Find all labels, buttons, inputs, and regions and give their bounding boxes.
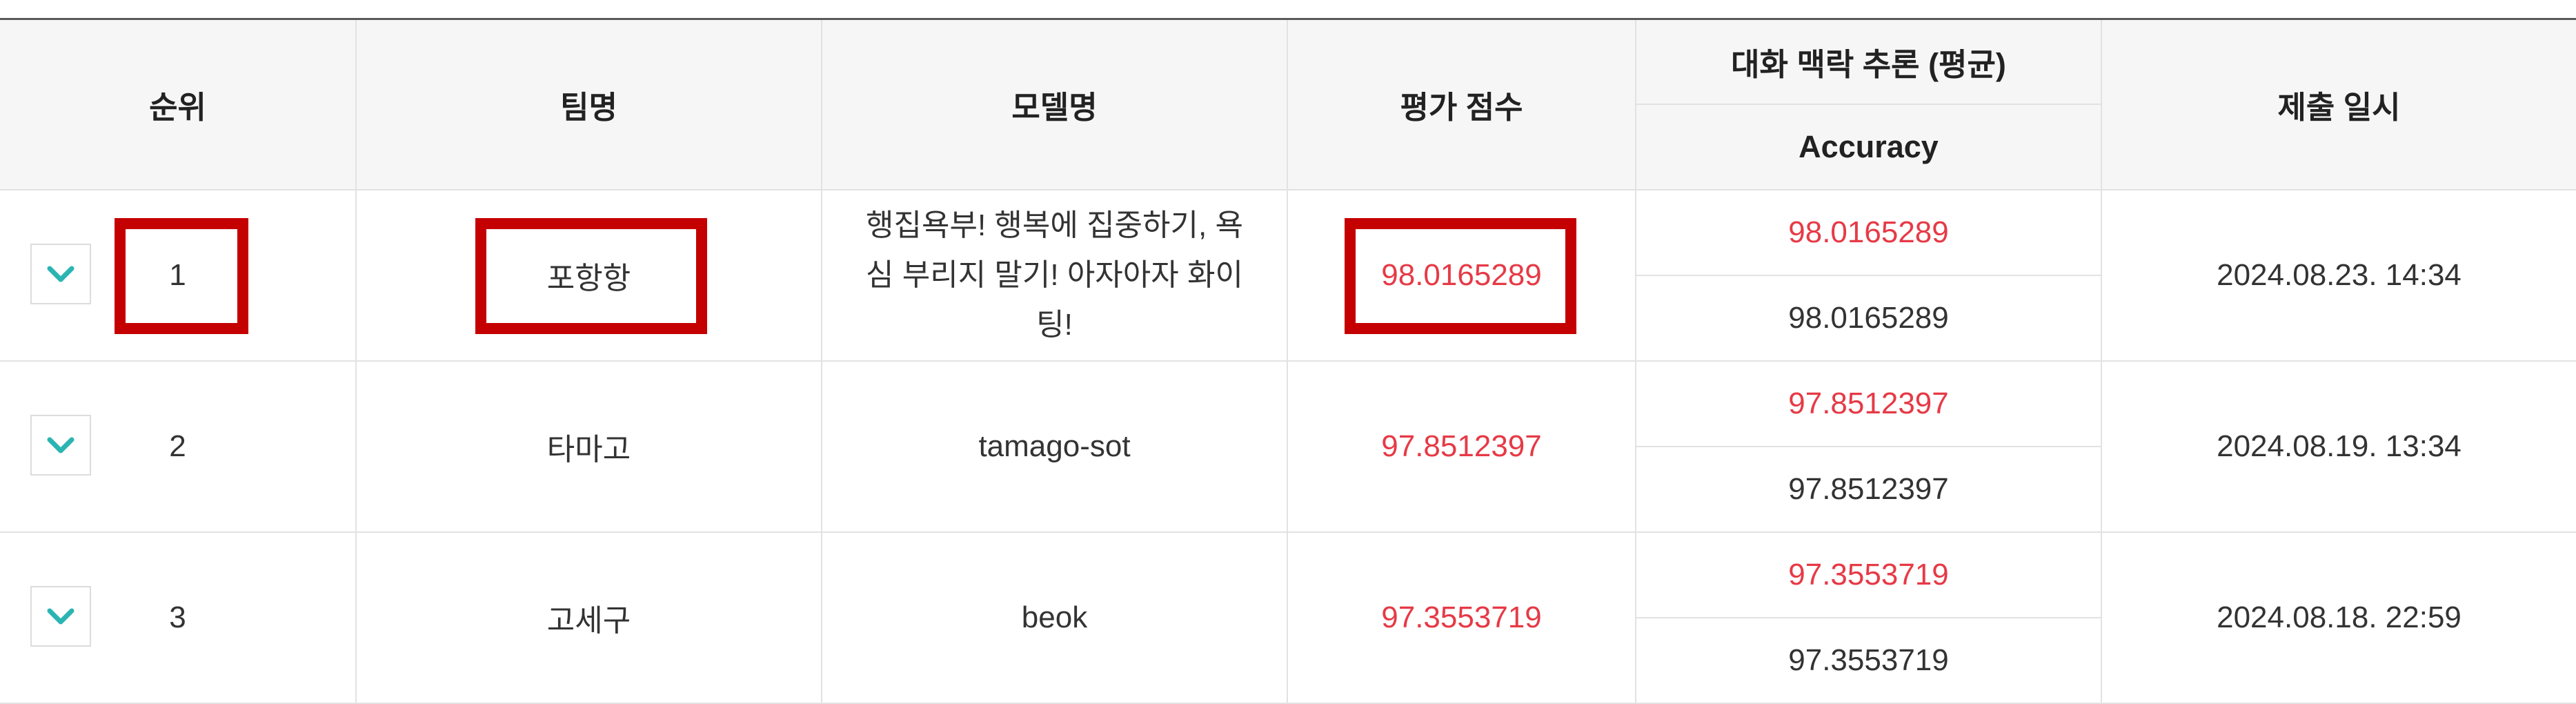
rank-number: 2 [169, 429, 186, 463]
table-row: 2 타마고 tamago-sot 97.8512397 97.8512397 2… [0, 360, 2576, 533]
header-accuracy: Accuracy [1636, 103, 2101, 190]
team-name: 포항항 [546, 261, 631, 295]
chevron-down-icon [47, 608, 75, 624]
submitted-cell: 2024.08.18. 22:59 [2101, 531, 2576, 704]
expand-row-button[interactable] [30, 414, 91, 476]
submitted-cell: 2024.08.19. 13:34 [2101, 360, 2576, 533]
accuracy-bottom: 97.3553719 [1636, 616, 2101, 704]
team-name: 고세구 [355, 531, 822, 704]
leaderboard-table: 순위 팀명 모델명 평가 점수 대화 맥락 추론 (평균) 제출 일시 Accu… [0, 18, 2576, 704]
submitted-cell: 2024.08.23. 14:34 [2101, 188, 2576, 362]
rank-cell: 1 [0, 188, 357, 362]
team-cell: 포항항 [355, 188, 822, 362]
chevron-down-icon [47, 266, 75, 282]
model-name: 행집욕부! 행복에 집중하기, 욕심 부리지 말기! 아자아자 화이팅! [866, 208, 1243, 342]
score-value: 97.8512397 [1287, 360, 1636, 533]
header-score: 평가 점수 [1287, 18, 1636, 190]
accuracy-top: 97.8512397 [1635, 360, 2102, 447]
header-team: 팀명 [355, 18, 822, 190]
accuracy-bottom: 98.0165289 [1636, 274, 2101, 362]
rank-number: 1 [169, 257, 186, 292]
accuracy-bottom: 97.8512397 [1636, 445, 2101, 533]
accuracy-top: 97.3553719 [1635, 531, 2102, 618]
score-value: 98.0165289 [1381, 257, 1542, 292]
expand-row-button[interactable] [30, 243, 91, 304]
accuracy-top: 98.0165289 [1635, 188, 2102, 276]
header-submitted: 제출 일시 [2101, 18, 2576, 190]
score-value: 97.3553719 [1287, 531, 1636, 704]
model-name: tamago-sot [821, 360, 1288, 533]
team-name: 타마고 [355, 360, 822, 533]
model-cell: 행집욕부! 행복에 집중하기, 욕심 부리지 말기! 아자아자 화이팅! [821, 188, 1288, 362]
score-cell: 98.0165289 [1287, 188, 1636, 362]
expand-row-button[interactable] [30, 585, 91, 647]
header-model: 모델명 [821, 18, 1288, 190]
table-row: 3 고세구 beok 97.3553719 97.3553719 2024.08… [0, 531, 2576, 704]
header-rank: 순위 [0, 18, 357, 190]
rank-cell: 3 [0, 531, 357, 704]
chevron-down-icon [47, 437, 75, 453]
model-name: beok [821, 531, 1288, 704]
header-metric-group: 대화 맥락 추론 (평균) [1635, 18, 2102, 105]
table-row: 1 포항항 행집욕부! 행복에 집중하기, 욕심 부리지 말기! 아자아자 화이… [0, 188, 2576, 362]
rank-number: 3 [169, 600, 186, 634]
rank-cell: 2 [0, 360, 357, 533]
